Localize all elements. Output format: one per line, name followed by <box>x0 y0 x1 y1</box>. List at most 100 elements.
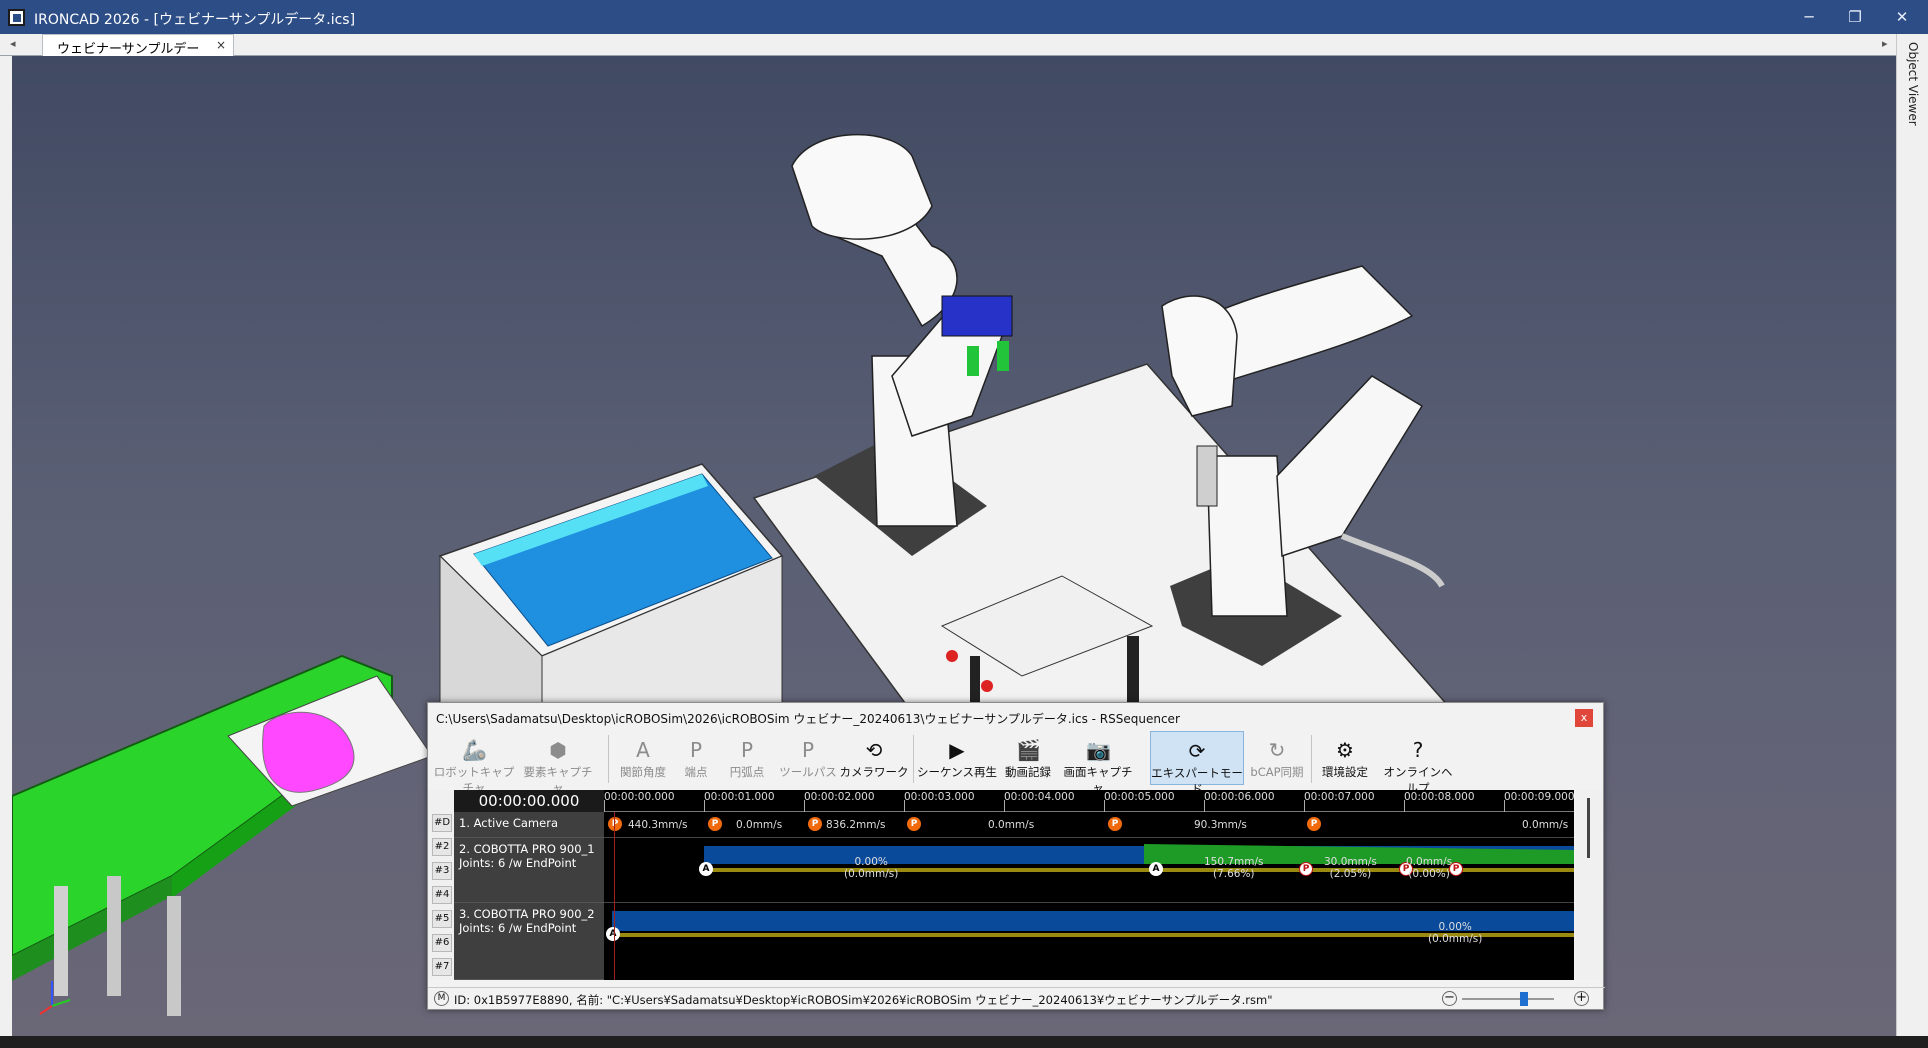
camera-icon: 📷 <box>1086 738 1111 762</box>
conveyor-leg <box>167 896 181 1016</box>
toolbar-separator <box>913 735 914 783</box>
ruler-tick <box>804 800 805 812</box>
ruler-label: 00:00:09.000 <box>1504 791 1574 803</box>
camera-work-button[interactable]: ⟲ カメラワーク <box>838 731 910 785</box>
toolbar-separator <box>1311 735 1312 783</box>
document-tab-strip: ◂ ウェビナーサンプルデータ.ics × ▸ <box>0 34 1928 76</box>
help-icon: ? <box>1412 738 1424 762</box>
scrollbar-thumb[interactable] <box>1587 798 1590 858</box>
object-viewer-strip[interactable]: Object Viewer <box>1896 34 1928 1040</box>
robot2-joint-marker[interactable]: A <box>606 927 620 941</box>
robot1-gripper <box>941 295 1013 337</box>
axis-y <box>51 999 71 1007</box>
bcap-sync-button[interactable]: ↻ bCAP同期 <box>1246 731 1308 785</box>
time-ruler[interactable]: 00:00:00.000 00:00:01.000 00:00:02.000 0… <box>604 790 1574 812</box>
row-tag[interactable]: #6 <box>432 934 452 952</box>
tab-close-icon[interactable]: × <box>216 38 226 52</box>
track-active-camera[interactable]: 1. Active Camera <box>454 812 604 838</box>
camera-speed-label: 0.0mm/s <box>988 819 1035 831</box>
camera-work-icon: ⟲ <box>865 738 883 762</box>
endpoint-button[interactable]: P 端点 <box>675 731 717 785</box>
endpoint-icon: P <box>689 738 703 762</box>
joint-angle-button[interactable]: A 関節角度 <box>613 731 673 785</box>
robot1-joint-marker[interactable]: A <box>699 862 713 876</box>
environment-settings-button[interactable]: ⚙ 環境設定 <box>1314 731 1376 785</box>
robot1-progress-label: 0.00% (0.0mm/s) <box>844 856 899 880</box>
timeline-vertical-scrollbar[interactable] <box>1576 790 1602 980</box>
toolpath-button[interactable]: P ツールパス <box>778 731 838 785</box>
robot-capture-button[interactable]: 🦾 ロボットキャプチャ <box>432 731 516 795</box>
robot1-speed-label: 30.0mm/s (2.05%) <box>1324 856 1377 880</box>
minimize-button[interactable]: ─ <box>1791 5 1827 29</box>
sequencer-close-button[interactable]: x <box>1575 709 1593 727</box>
timeline-area[interactable]: 00:00:00.000 00:00:01.000 00:00:02.000 0… <box>604 790 1574 980</box>
ironcad-app-icon[interactable] <box>8 9 25 26</box>
object-viewer-label[interactable]: Object Viewer <box>1906 42 1920 126</box>
video-record-button[interactable]: 🎬 動画記録 <box>998 731 1058 785</box>
zoom-slider-thumb[interactable] <box>1520 992 1528 1006</box>
camera-speed-label: 90.3mm/s <box>1194 819 1247 831</box>
zoom-out-button[interactable]: − <box>1442 991 1457 1006</box>
camera-keyframe-marker[interactable]: P <box>1307 817 1321 831</box>
taskbar-strip <box>0 1036 1928 1048</box>
toolpath-icon: P <box>801 738 815 762</box>
fixture-clamp <box>981 680 993 692</box>
robot1-shoulder <box>791 133 933 240</box>
current-time-display: 00:00:00.000 <box>454 790 604 812</box>
track-cobotta-1[interactable]: 2. COBOTTA PRO 900_1 Joints: 6 /w EndPoi… <box>454 838 604 903</box>
camera-keyframe-marker[interactable]: P <box>708 817 722 831</box>
rssequencer-window: C:\Users\Sadamatsu\Desktop\icROBOSim\202… <box>427 702 1605 1010</box>
settings-icon: ⚙ <box>1336 738 1354 762</box>
sequence-play-button[interactable]: ▶ シーケンス再生 <box>916 731 998 785</box>
row-tag[interactable]: #4 <box>432 886 452 904</box>
camera-keyframe-marker[interactable]: P <box>608 817 622 831</box>
robot1-suction <box>997 341 1009 371</box>
ruler-label: 00:00:07.000 <box>1304 791 1375 803</box>
expert-mode-icon: ⟳ <box>1188 739 1206 763</box>
ruler-label: 00:00:00.000 <box>604 791 675 803</box>
tab-document[interactable]: ウェビナーサンプルデータ.ics × <box>42 34 234 76</box>
robot1-joint-marker[interactable]: A <box>1149 862 1163 876</box>
screen-capture-button[interactable]: 📷 画面キャプチャ <box>1060 731 1136 795</box>
sequencer-title: C:\Users\Sadamatsu\Desktop\icROBOSim\202… <box>436 712 1180 726</box>
sequencer-toolbar: 🦾 ロボットキャプチャ ⬢ 要素キャプチャ A 関節角度 P 端点 P 円弧点 P ツールパ… <box>428 731 1605 796</box>
robot-capture-icon: 🦾 <box>462 738 487 762</box>
close-window-button[interactable]: ✕ <box>1884 5 1920 29</box>
ruler-label: 00:00:05.000 <box>1104 791 1175 803</box>
expert-mode-button[interactable]: ⟳ エキスパートモード <box>1150 731 1244 796</box>
tab-scroll-right-icon[interactable]: ▸ <box>1882 37 1888 50</box>
camera-keyframe-marker[interactable]: P <box>1108 817 1122 831</box>
online-help-button[interactable]: ? オンラインヘルプ <box>1378 731 1458 795</box>
sync-icon: ↻ <box>1268 738 1286 762</box>
element-capture-button[interactable]: ⬢ 要素キャプチャ <box>520 731 596 795</box>
camera-keyframe-marker[interactable]: P <box>808 817 822 831</box>
row-tag[interactable]: #3 <box>432 862 452 880</box>
fixture-clamp <box>946 650 958 662</box>
status-text: ID: 0x1B5977E8890, 名前: "C:¥Users¥Sadamat… <box>454 993 1273 1007</box>
playhead-line[interactable] <box>614 812 615 980</box>
zoom-in-button[interactable]: + <box>1574 991 1589 1006</box>
zoom-slider[interactable] <box>1462 992 1554 1006</box>
row-tag[interactable]: #2 <box>432 838 452 856</box>
play-icon: ▶ <box>949 738 965 762</box>
arc-point-button[interactable]: P 円弧点 <box>718 731 776 785</box>
robot1-speed-label: 150.7mm/s (7.66%) <box>1204 856 1264 880</box>
robot2-lower-arm <box>1276 375 1424 558</box>
row-tag[interactable]: #D <box>432 814 452 832</box>
restore-button[interactable]: ❐ <box>1837 5 1873 29</box>
arc-point-icon: P <box>740 738 754 762</box>
robot1-endpoint-marker[interactable]: P <box>1449 862 1463 876</box>
row-tag[interactable]: #7 <box>432 958 452 976</box>
camera-keyframe-marker[interactable]: P <box>907 817 921 831</box>
conveyor-leg <box>107 876 121 996</box>
robot2-base <box>1206 455 1288 617</box>
track-cobotta-2[interactable]: 3. COBOTTA PRO 900_2 Joints: 6 /w EndPoi… <box>454 903 604 980</box>
ruler-label: 00:00:04.000 <box>1004 791 1075 803</box>
tab-scroll-left-icon[interactable]: ◂ <box>10 37 16 50</box>
row-tag-column: #D #2 #3 #4 #5 #6 #7 <box>428 790 454 980</box>
robot2-tool <box>1196 445 1218 507</box>
ruler-tick <box>1504 800 1505 812</box>
robot1-endpoint-marker[interactable]: P <box>1299 862 1313 876</box>
row-tag[interactable]: #5 <box>432 910 452 928</box>
camera-speed-label: 440.3mm/s <box>628 819 688 831</box>
